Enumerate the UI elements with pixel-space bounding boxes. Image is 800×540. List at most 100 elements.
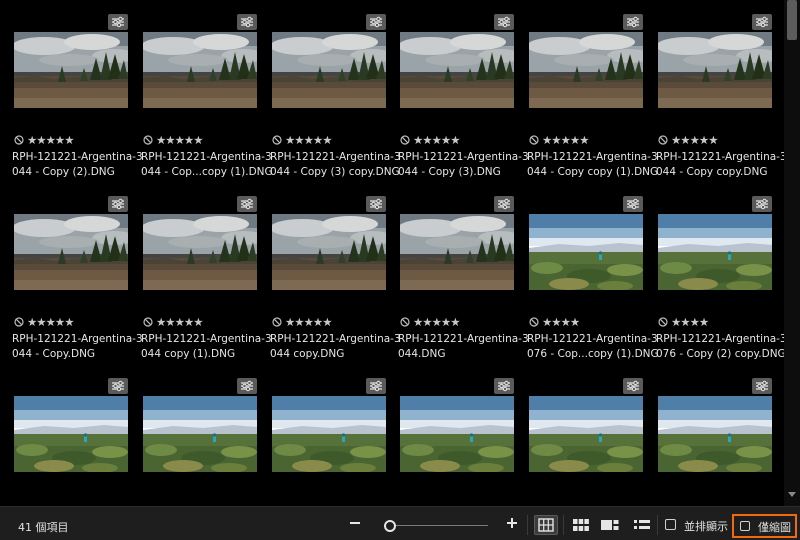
reject-flag-icon[interactable] [400, 135, 410, 145]
thumbnail-item[interactable] [272, 378, 400, 506]
reject-flag-icon[interactable] [272, 317, 282, 327]
zoom-slider[interactable] [386, 525, 488, 526]
photo-thumbnail[interactable] [529, 214, 643, 290]
thumbnail-item[interactable]: ★★★★★ RPH-121221-Argentina-3 044 - Copy (3… [270, 14, 401, 198]
edit-adjustments-icon[interactable] [237, 196, 257, 212]
file-name-line-1: RPH-121221-Argentina-3 [141, 151, 272, 163]
star-rating[interactable]: ★★★★★ [285, 134, 333, 146]
list-view-icon[interactable] [634, 518, 650, 532]
photo-thumbnail[interactable] [143, 32, 257, 108]
edit-adjustments-icon[interactable] [366, 196, 386, 212]
thumbnail-item[interactable]: ★★★★★ RPH-121221-Argentina-3 044 - Copy (2… [12, 14, 143, 198]
photo-thumbnail[interactable] [272, 32, 386, 108]
edit-adjustments-icon[interactable] [237, 378, 257, 394]
photo-thumbnail[interactable] [143, 396, 257, 472]
thumbnail-item[interactable]: ★★★★★ RPH-121221-Argentina-3 044 - Copy.DN… [12, 196, 143, 380]
edit-adjustments-icon[interactable] [108, 14, 128, 30]
reject-flag-icon[interactable] [14, 317, 24, 327]
thumbnail-grid[interactable]: ★★★★★ RPH-121221-Argentina-3 044 - Copy (2… [0, 0, 784, 506]
photo-browser-window: ★★★★★ RPH-121221-Argentina-3 044 - Copy (2… [0, 0, 800, 540]
star-rating[interactable]: ★★★★★ [156, 316, 204, 328]
thumbnails-only-toggle[interactable]: 僅縮圖 [732, 514, 797, 538]
thumbnails-only-label[interactable]: 僅縮圖 [758, 519, 791, 535]
edit-adjustments-icon[interactable] [494, 196, 514, 212]
reject-flag-icon[interactable] [143, 135, 153, 145]
reject-flag-icon[interactable] [658, 317, 668, 327]
reject-flag-icon[interactable] [143, 317, 153, 327]
star-rating[interactable]: ★★★★ [671, 316, 709, 328]
edit-adjustments-icon[interactable] [108, 196, 128, 212]
photo-thumbnail[interactable] [529, 396, 643, 472]
thumbnails-only-checkbox[interactable] [740, 521, 750, 531]
edit-adjustments-icon[interactable] [752, 196, 772, 212]
photo-thumbnail[interactable] [272, 214, 386, 290]
thumbnail-item[interactable]: ★★★★★ RPH-121221-Argentina-3 044 copy (1).… [141, 196, 272, 380]
edit-adjustments-icon[interactable] [494, 14, 514, 30]
edit-adjustments-icon[interactable] [623, 14, 643, 30]
thumbnail-item[interactable]: ★★★★ RPH-121221-Argentina-3 076 - Cop...co… [527, 196, 659, 380]
star-rating[interactable]: ★★★★★ [671, 134, 719, 146]
edit-adjustments-icon[interactable] [752, 378, 772, 394]
photo-thumbnail[interactable] [272, 396, 386, 472]
thumbnail-item[interactable]: ★★★★★ RPH-121221-Argentina-3 044 - Copy (3… [398, 14, 529, 198]
edit-adjustments-icon[interactable] [366, 14, 386, 30]
thumbnail-item[interactable] [14, 378, 142, 506]
reject-flag-icon[interactable] [529, 135, 539, 145]
reject-flag-icon[interactable] [400, 317, 410, 327]
edit-adjustments-icon[interactable] [752, 14, 772, 30]
reject-flag-icon[interactable] [658, 135, 668, 145]
zoom-slider-handle[interactable] [384, 520, 396, 532]
thumbnail-item[interactable]: ★★★★★ RPH-121221-Argentina-3 044 - Copy co… [656, 14, 784, 198]
file-name: RPH-121221-Argentina-3 044 - Copy (3) cop… [270, 150, 404, 180]
zoom-in-icon[interactable] [507, 518, 517, 528]
thumbnail-item[interactable]: ★★★★★ RPH-121221-Argentina-3 044 - Copy co… [527, 14, 658, 198]
large-grid-view-icon[interactable] [573, 518, 589, 532]
star-rating[interactable]: ★★★★ [542, 316, 580, 328]
thumbnail-item[interactable] [658, 378, 784, 506]
scrollbar-thumb[interactable] [787, 0, 797, 40]
file-name: RPH-121221-Argentina-3 044 - Copy copy.DN… [656, 150, 784, 180]
edit-adjustments-icon[interactable] [494, 378, 514, 394]
star-rating[interactable]: ★★★★★ [542, 134, 590, 146]
star-rating[interactable]: ★★★★★ [413, 316, 461, 328]
photo-thumbnail[interactable] [143, 214, 257, 290]
edit-adjustments-icon[interactable] [237, 14, 257, 30]
thumbnail-item[interactable] [400, 378, 528, 506]
edit-adjustments-icon[interactable] [366, 378, 386, 394]
star-rating[interactable]: ★★★★★ [156, 134, 204, 146]
photo-thumbnail[interactable] [658, 396, 772, 472]
scroll-down-arrow-icon[interactable] [788, 492, 796, 497]
vertical-scrollbar[interactable] [784, 0, 800, 506]
star-rating[interactable]: ★★★★★ [27, 316, 75, 328]
reject-flag-icon[interactable] [529, 317, 539, 327]
edit-adjustments-icon[interactable] [623, 378, 643, 394]
file-name-line-1: RPH-121221-Argentina-3 [656, 151, 784, 163]
photo-thumbnail[interactable] [400, 396, 514, 472]
compare-view-icon[interactable] [601, 518, 619, 532]
reject-flag-icon[interactable] [14, 135, 24, 145]
thumbnail-item[interactable]: ★★★★★ RPH-121221-Argentina-3 044 copy.DNG [270, 196, 401, 380]
edit-adjustments-icon[interactable] [108, 378, 128, 394]
grid-view-button[interactable] [534, 515, 558, 535]
reject-flag-icon[interactable] [272, 135, 282, 145]
photo-thumbnail[interactable] [529, 32, 643, 108]
thumbnail-item[interactable]: ★★★★★ RPH-121221-Argentina-3 044.DNG [398, 196, 529, 380]
photo-thumbnail[interactable] [400, 214, 514, 290]
side-by-side-checkbox[interactable] [665, 519, 676, 530]
edit-adjustments-icon[interactable] [623, 196, 643, 212]
thumbnail-item[interactable]: ★★★★★ RPH-121221-Argentina-3 044 - Cop...c… [141, 14, 273, 198]
star-rating[interactable]: ★★★★★ [413, 134, 461, 146]
star-rating[interactable]: ★★★★★ [285, 316, 333, 328]
photo-thumbnail[interactable] [14, 32, 128, 108]
photo-thumbnail[interactable] [14, 396, 128, 472]
side-by-side-label[interactable]: 並排顯示 [684, 518, 728, 534]
photo-thumbnail[interactable] [14, 214, 128, 290]
photo-thumbnail[interactable] [658, 32, 772, 108]
photo-thumbnail[interactable] [400, 32, 514, 108]
photo-thumbnail[interactable] [658, 214, 772, 290]
thumbnail-item[interactable] [143, 378, 271, 506]
zoom-out-icon[interactable] [350, 522, 360, 524]
thumbnail-item[interactable]: ★★★★ RPH-121221-Argentina-3 076 - Copy (2)… [656, 196, 784, 380]
star-rating[interactable]: ★★★★★ [27, 134, 75, 146]
thumbnail-item[interactable] [529, 378, 657, 506]
